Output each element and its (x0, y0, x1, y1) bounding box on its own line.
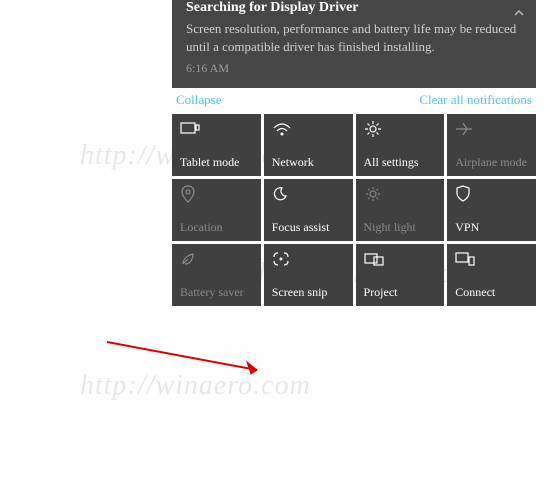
project-icon (364, 250, 437, 268)
tile-label: Network (272, 155, 345, 170)
annotation-arrow (105, 340, 275, 380)
watermark-text: http://winaero.com (80, 370, 311, 402)
notification-body: Screen resolution, performance and batte… (186, 20, 522, 55)
tile-label: Night light (364, 220, 437, 235)
tile-location[interactable]: Location (172, 179, 261, 241)
tile-label: Project (364, 285, 437, 300)
tile-label: Connect (455, 285, 528, 300)
leaf-icon (180, 250, 253, 268)
wifi-icon (272, 120, 345, 138)
moon-icon (272, 185, 345, 203)
tile-vpn[interactable]: VPN (447, 179, 536, 241)
notification-title: Searching for Display Driver (186, 0, 522, 16)
tile-airplane-mode[interactable]: Airplane mode (447, 114, 536, 176)
notification-card[interactable]: Searching for Display Driver Screen reso… (172, 0, 536, 88)
tile-night-light[interactable]: Night light (356, 179, 445, 241)
collapse-link[interactable]: Collapse (176, 92, 222, 108)
tile-label: Screen snip (272, 285, 345, 300)
tile-label: VPN (455, 220, 528, 235)
action-links-row: Collapse Clear all notifications (162, 88, 546, 114)
tile-connect[interactable]: Connect (447, 244, 536, 306)
clear-all-link[interactable]: Clear all notifications (419, 92, 532, 108)
shield-icon (455, 185, 528, 203)
tile-focus-assist[interactable]: Focus assist (264, 179, 353, 241)
snip-icon (272, 250, 345, 268)
tile-project[interactable]: Project (356, 244, 445, 306)
tablet-icon (180, 120, 253, 138)
tile-label: Tablet mode (180, 155, 253, 170)
tile-all-settings[interactable]: All settings (356, 114, 445, 176)
tile-screen-snip[interactable]: Screen snip (264, 244, 353, 306)
connect-icon (455, 250, 528, 268)
notification-time: 6:16 AM (186, 61, 522, 76)
tile-label: Location (180, 220, 253, 235)
tile-label: Airplane mode (455, 155, 528, 170)
location-icon (180, 185, 253, 203)
tile-label: Battery saver (180, 285, 253, 300)
chevron-up-icon[interactable] (512, 6, 526, 25)
tile-label: All settings (364, 155, 437, 170)
sun-icon (364, 185, 437, 203)
tile-tablet-mode[interactable]: Tablet mode (172, 114, 261, 176)
airplane-icon (455, 120, 528, 138)
gear-icon (364, 120, 437, 138)
tile-label: Focus assist (272, 220, 345, 235)
tile-network[interactable]: Network (264, 114, 353, 176)
tile-battery-saver[interactable]: Battery saver (172, 244, 261, 306)
quick-action-tiles: Tablet mode Network All settings Airplan… (162, 114, 546, 316)
